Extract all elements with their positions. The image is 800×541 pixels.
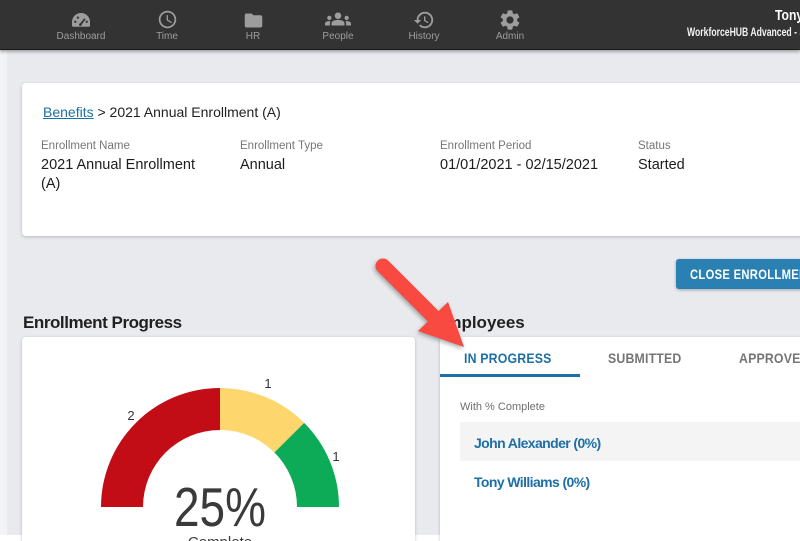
- svg-text:2: 2: [127, 408, 134, 423]
- svg-text:1: 1: [332, 449, 339, 464]
- svg-text:25%: 25%: [174, 476, 266, 538]
- svg-text:Complete: Complete: [188, 534, 252, 541]
- svg-text:1: 1: [264, 376, 271, 391]
